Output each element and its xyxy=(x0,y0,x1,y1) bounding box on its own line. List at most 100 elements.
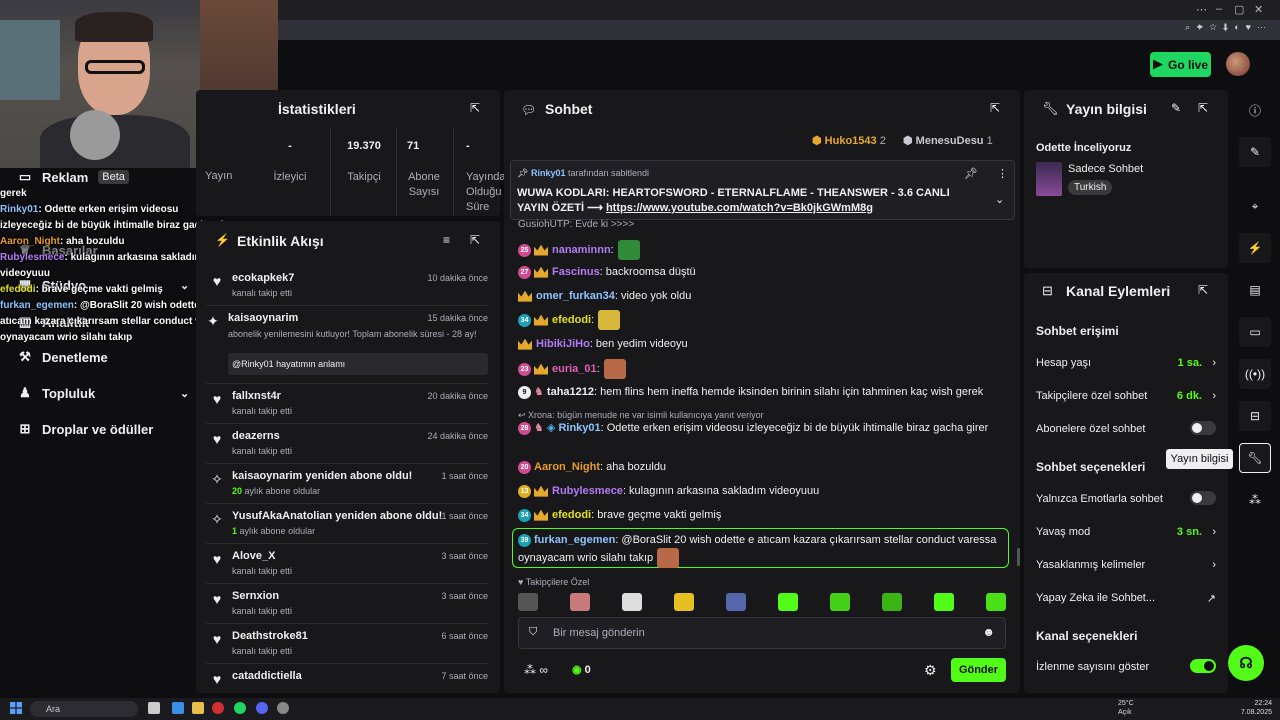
crosshair-icon[interactable]: ⌖ xyxy=(1239,191,1271,221)
followers-chat-setting[interactable]: Takipçilere özel sohbet 6 dk. › xyxy=(1036,390,1218,402)
window-dots-icon[interactable]: ⋯ xyxy=(1196,3,1207,16)
edit-icon[interactable]: ✎ xyxy=(1171,101,1181,115)
chevron-down-icon[interactable]: ⌄ xyxy=(995,193,1004,206)
activity-user[interactable]: cataddictiella xyxy=(232,670,302,682)
emoji-icon[interactable]: ☻ xyxy=(982,625,995,639)
broadcast-icon[interactable]: ((•)) xyxy=(1239,359,1271,389)
chat-username[interactable]: efedodi xyxy=(552,509,591,521)
show-views-toggle[interactable] xyxy=(1190,659,1216,673)
emote-button[interactable] xyxy=(778,593,798,611)
activity-user[interactable]: kaisaoynarim xyxy=(228,312,298,324)
unpin-icon[interactable]: 📌︎ xyxy=(964,167,978,180)
taskbar-clock[interactable]: 22:24 7.08.2025 xyxy=(1241,699,1272,717)
kick-coins[interactable]: ◉ 0 xyxy=(572,663,591,676)
emote-button[interactable] xyxy=(518,593,538,611)
chat-username[interactable]: Fascinus xyxy=(552,266,600,278)
popout-icon[interactable]: ⇱ xyxy=(470,101,480,115)
browser-toolbar-icons[interactable]: ⌕✦☆⬇◐♥⋯ xyxy=(1185,22,1272,33)
emote-button[interactable] xyxy=(622,593,642,611)
activity-user[interactable]: kaisaoynarim yeniden abone oldu! xyxy=(232,470,412,482)
chat-username[interactable]: efedodi xyxy=(552,314,591,326)
info-icon[interactable]: ⓘ xyxy=(1239,95,1271,125)
emote-button[interactable] xyxy=(986,593,1006,611)
subs-chat-toggle[interactable] xyxy=(1190,421,1216,435)
chat-input[interactable]: ⛉ Bir mesaj gönderin ☻ xyxy=(518,617,1006,649)
points-indicator[interactable]: ⁂ ∞ xyxy=(524,663,548,677)
bolt-icon[interactable]: ⚡ xyxy=(1239,233,1271,263)
activity-user[interactable]: ecokapkek7 xyxy=(232,272,294,284)
headset-icon[interactable]: ☊ xyxy=(1228,645,1264,681)
chat-text: : kulagının arkasına sakladım videoyuuu xyxy=(622,485,820,497)
nav-item-reklam[interactable]: ▭ Reklam Beta xyxy=(18,167,129,187)
chat-username[interactable]: taha1212 xyxy=(547,386,594,398)
app-icon[interactable] xyxy=(277,702,289,714)
pinned-message[interactable]: 📌︎ Rinky01 tarafından sabitlendi 📌︎ ⋮ ⌄ … xyxy=(510,160,1015,220)
chat-username[interactable]: HibikiJiHo xyxy=(536,338,590,350)
chevron-right-icon: › xyxy=(1212,559,1216,571)
emote-button[interactable] xyxy=(882,593,902,611)
chat-username[interactable]: Aaron_Night xyxy=(534,461,600,473)
activity-user[interactable]: YusufAkaAnatolian yeniden abone oldu! xyxy=(232,510,442,522)
ai-chat-setting[interactable]: Yapay Zeka ile Sohbet... ↗ xyxy=(1036,592,1218,605)
emote-button[interactable] xyxy=(830,593,850,611)
account-age-setting[interactable]: Hesap yaşı 1 sa. › xyxy=(1036,357,1218,369)
chrome-icon[interactable] xyxy=(172,702,184,714)
emote-button[interactable] xyxy=(674,593,694,611)
maximize-icon[interactable]: ▢ xyxy=(1234,3,1244,16)
chat-username[interactable]: euria_01 xyxy=(552,363,597,375)
opera-icon[interactable] xyxy=(212,702,224,714)
spotify-icon[interactable] xyxy=(234,702,246,714)
taskbar-search[interactable]: Ara xyxy=(30,701,138,717)
nodes-icon[interactable]: ⁂ xyxy=(1239,485,1271,515)
banned-words-setting[interactable]: Yasaklanmış kelimeler › xyxy=(1036,559,1218,571)
nav-item-droplar[interactable]: ⊞ Droplar ve ödüller xyxy=(18,419,154,439)
address-bar[interactable] xyxy=(278,20,1280,40)
chat-username[interactable]: Rinky01 xyxy=(558,422,600,434)
chat-username[interactable]: Rubylesmece xyxy=(552,485,623,497)
activity-user[interactable]: Alove_X xyxy=(232,550,275,562)
chat-username[interactable]: furkan_egemen xyxy=(534,534,615,546)
category-thumbnail[interactable] xyxy=(1036,162,1062,196)
taskbar-weather[interactable]: 25°C Açık xyxy=(1118,699,1134,717)
emote-only-toggle[interactable] xyxy=(1190,491,1216,505)
activity-user[interactable]: Sernxion xyxy=(232,590,279,602)
popout-icon[interactable]: ⇱ xyxy=(470,233,480,247)
chat-username[interactable]: omer_furkan34 xyxy=(536,290,615,302)
chat-message: 27 Fascinus: backroomsa düştü xyxy=(518,264,1006,280)
chat-username[interactable]: nanaminnn xyxy=(552,244,611,256)
more-icon[interactable]: ⋮ xyxy=(997,167,1008,180)
category-name[interactable]: Sadece Sohbet xyxy=(1068,163,1143,175)
emote-button[interactable] xyxy=(934,593,954,611)
top-gifter-1[interactable]: ⬢ Huko1543 2 xyxy=(812,134,886,147)
settings-gear-icon[interactable]: ⚙ xyxy=(924,662,937,679)
pencil-icon[interactable]: ✎ xyxy=(1239,137,1271,167)
send-button[interactable]: Gönder xyxy=(951,658,1006,682)
layout-icon[interactable]: ⊟ xyxy=(1239,401,1271,431)
document-icon[interactable]: ▤ xyxy=(1239,275,1271,305)
close-window-icon[interactable]: ✕ xyxy=(1254,3,1263,16)
activity-user[interactable]: fallxnst4r xyxy=(232,390,281,402)
emote-button[interactable] xyxy=(570,593,590,611)
activity-user[interactable]: deazerns xyxy=(232,430,280,442)
chat-icon[interactable]: ▭ xyxy=(1239,317,1271,347)
filter-icon[interactable]: ≡ xyxy=(443,233,450,247)
heart-icon: ♥ xyxy=(212,273,222,289)
top-gifter-2[interactable]: ⬢ MenesuDesu 1 xyxy=(903,134,993,147)
avatar[interactable] xyxy=(1226,52,1250,76)
popout-icon[interactable]: ⇱ xyxy=(990,101,1000,115)
pinned-link[interactable]: https://www.youtube.com/watch?v=Bk0jkGWm… xyxy=(606,202,873,214)
discord-icon[interactable] xyxy=(256,702,268,714)
chat-message: 9 ♞ taha1212: hem flins hem ineffa hemde … xyxy=(518,384,1006,400)
activity-user[interactable]: Deathstroke81 xyxy=(232,630,308,642)
wrench-icon[interactable]: 🔧︎ xyxy=(1239,443,1271,473)
go-live-button[interactable]: Go live xyxy=(1150,52,1211,77)
minimize-icon[interactable]: – xyxy=(1216,3,1222,15)
slow-mode-setting[interactable]: Yavaş mod 3 sn. › xyxy=(1036,526,1218,538)
emote-button[interactable] xyxy=(726,593,746,611)
nav-item-topluluk[interactable]: ♟ Topluluk ⌄ xyxy=(18,383,189,403)
taskview-icon[interactable] xyxy=(148,702,160,714)
popout-icon[interactable]: ⇱ xyxy=(1198,283,1208,297)
folder-icon[interactable] xyxy=(192,702,204,714)
chat-scrollbar[interactable] xyxy=(1017,548,1020,566)
popout-icon[interactable]: ⇱ xyxy=(1198,101,1208,115)
